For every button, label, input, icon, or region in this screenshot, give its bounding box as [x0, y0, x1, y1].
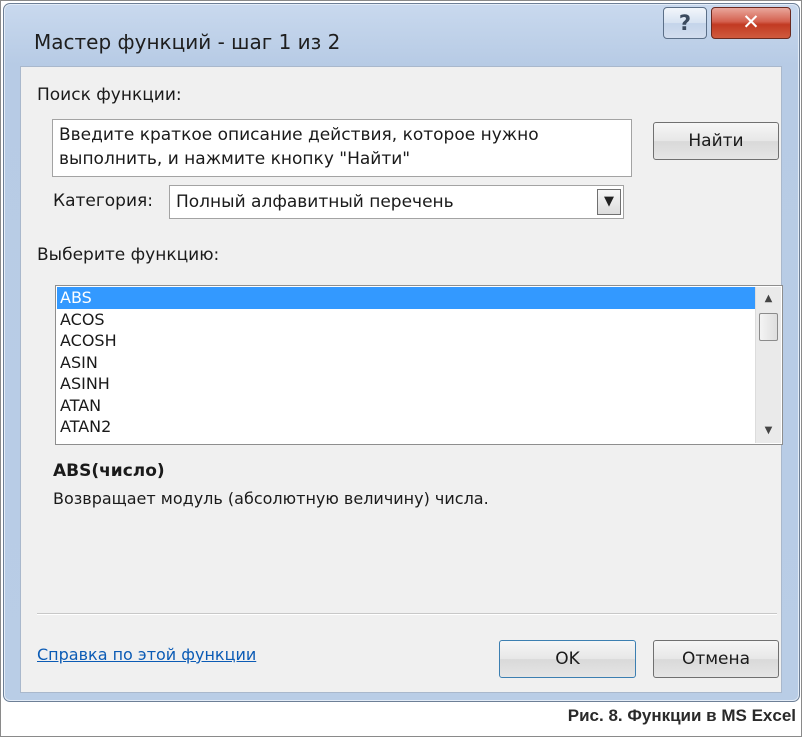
function-list-item[interactable]: ACOS — [57, 309, 755, 331]
scroll-down-icon: ▼ — [764, 425, 773, 436]
dialog-body: Поиск функции: Введите краткое описание … — [20, 66, 783, 693]
function-list-item[interactable]: ACOSH — [57, 330, 755, 352]
category-select[interactable]: Полный алфавитный перечень ▼ — [169, 185, 624, 219]
find-button[interactable]: Найти — [653, 122, 779, 160]
function-list-label: Выберите функцию: — [37, 245, 220, 265]
dropdown-arrow-button[interactable]: ▼ — [597, 189, 621, 215]
help-button[interactable]: ? — [663, 7, 707, 39]
function-wizard-dialog: Мастер функций - шаг 1 из 2 ? ✕ Поиск фу… — [3, 3, 800, 702]
chevron-down-icon: ▼ — [604, 194, 614, 209]
close-button[interactable]: ✕ — [711, 7, 791, 39]
close-icon: ✕ — [742, 10, 760, 34]
question-mark-icon: ? — [678, 11, 692, 35]
dialog-title: Мастер функций - шаг 1 из 2 — [34, 30, 341, 54]
function-description: Возвращает модуль (абсолютную величину) … — [53, 489, 489, 508]
cancel-button[interactable]: Отмена — [653, 640, 779, 678]
function-help-link[interactable]: Справка по этой функции — [37, 645, 256, 664]
function-list-item[interactable]: ATAN — [57, 395, 755, 417]
footer-divider — [37, 613, 777, 615]
scroll-up-icon: ▲ — [764, 293, 773, 304]
search-label: Поиск функции: — [37, 85, 182, 105]
category-selected-value: Полный алфавитный перечень — [176, 192, 454, 212]
function-list-item[interactable]: ASIN — [57, 352, 755, 374]
figure-caption: Рис. 8. Функции в MS Excel — [567, 706, 796, 725]
vertical-scrollbar[interactable]: ▲ ▼ — [755, 287, 781, 443]
scroll-down-button[interactable]: ▼ — [756, 420, 781, 442]
function-list: ABS ACOS ACOSH ASIN ASINH ATAN ATAN2 — [57, 287, 755, 438]
scroll-thumb[interactable] — [759, 313, 778, 341]
search-input[interactable]: Введите краткое описание действия, котор… — [52, 119, 632, 177]
category-label: Категория: — [53, 191, 153, 211]
function-list-item[interactable]: ATAN2 — [57, 416, 755, 438]
function-signature: ABS(число) — [53, 461, 165, 481]
title-bar: Мастер функций - шаг 1 из 2 ? ✕ — [4, 4, 799, 64]
function-list-item[interactable]: ABS — [57, 287, 755, 309]
ok-button[interactable]: OK — [499, 640, 636, 678]
function-listbox[interactable]: ABS ACOS ACOSH ASIN ASINH ATAN ATAN2 ▲ ▼ — [55, 285, 783, 445]
function-list-item[interactable]: ASINH — [57, 373, 755, 395]
scroll-up-button[interactable]: ▲ — [756, 288, 781, 310]
